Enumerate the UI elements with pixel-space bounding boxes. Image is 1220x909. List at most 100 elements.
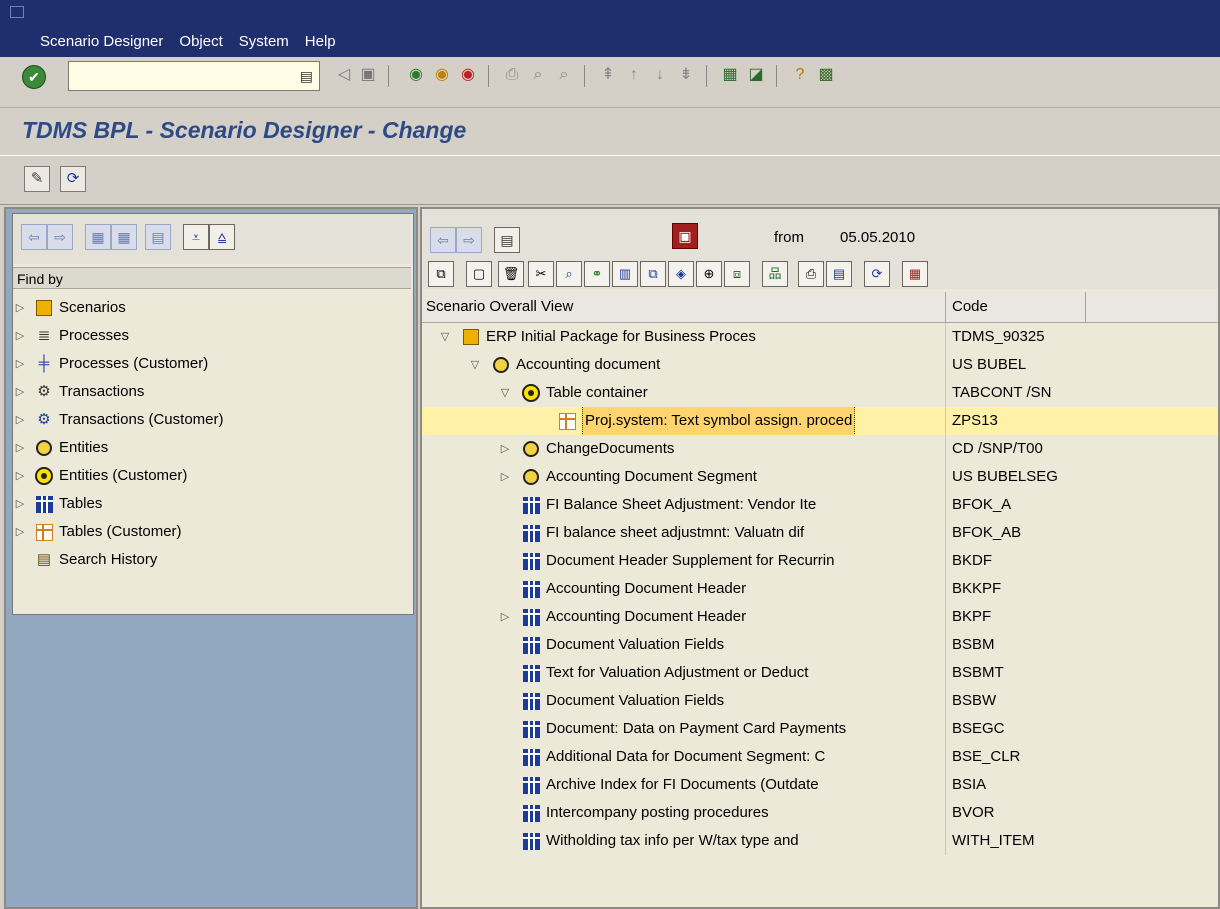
collapse-triangle-icon[interactable]: ▽	[436, 323, 454, 351]
tree-item-tables[interactable]: ▷ Tables	[13, 490, 411, 518]
system-menu-icon[interactable]	[10, 6, 24, 18]
tree-item-tables-customer[interactable]: ▷ Tables (Customer)	[13, 518, 411, 546]
hierarchy-icon[interactable]: ▤	[145, 224, 171, 250]
tree-row[interactable]: ▷ Accounting Document Segment US BUBELSEG	[422, 463, 1218, 491]
tree-row[interactable]: Witholding tax info per W/tax type and W…	[422, 827, 1218, 855]
tree-row[interactable]: Accounting Document Header BKKPF	[422, 575, 1218, 603]
menu-scenario-designer[interactable]: Scenario Designer	[40, 33, 163, 50]
tree-item-entities[interactable]: ▷ Entities	[13, 434, 411, 462]
tree-item-transactions[interactable]: ▷ ⚙ Transactions	[13, 378, 411, 406]
tree-item-processes[interactable]: ▷ ≣ Processes	[13, 322, 411, 350]
expand-all-icon[interactable]: ⩡	[183, 224, 209, 250]
collapse-triangle-icon[interactable]: ▽	[466, 351, 484, 379]
previous-page-icon[interactable]: ↑	[622, 63, 646, 87]
entity-add-icon[interactable]: ⊕	[696, 261, 722, 287]
calendar-icon[interactable]: ▣	[672, 223, 698, 249]
menu-object[interactable]: Object	[179, 33, 222, 50]
collapse-triangle-icon[interactable]: ▽	[496, 379, 514, 407]
back-arrow-icon[interactable]: ⇦	[430, 227, 456, 253]
back-arrow-icon[interactable]: ⇦	[21, 224, 47, 250]
copy-node-icon[interactable]: ⧉	[428, 261, 454, 287]
tree-row[interactable]: Archive Index for FI Documents (Outdate …	[422, 771, 1218, 799]
refresh-icon[interactable]: ⟳	[864, 261, 890, 287]
tree-row[interactable]: Document Valuation Fields BSBM	[422, 631, 1218, 659]
forward-arrow-icon[interactable]: ⇨	[456, 227, 482, 253]
layout-menu-icon[interactable]: ▩	[814, 63, 838, 87]
back-icon[interactable]: ◉	[404, 63, 428, 87]
expand-triangle-icon[interactable]: ▷	[13, 462, 27, 490]
tree-row[interactable]: ▽ Accounting document US BUBEL	[422, 351, 1218, 379]
column-header-view[interactable]: Scenario Overall View	[422, 292, 946, 322]
refresh-icon[interactable]: ⟳	[60, 166, 86, 192]
expand-triangle-icon[interactable]: ▷	[496, 435, 514, 463]
grid-select-icon[interactable]: ▦	[111, 224, 137, 250]
collapse-all-icon[interactable]: ⩠	[209, 224, 235, 250]
expand-triangle-icon[interactable]: ▷	[13, 378, 27, 406]
back-arrow-icon[interactable]: ◁	[332, 63, 356, 87]
export-grid-icon[interactable]: ▦	[902, 261, 928, 287]
expand-triangle-icon[interactable]: ▷	[496, 463, 514, 491]
tree-row[interactable]: Document: Data on Payment Card Payments …	[422, 715, 1218, 743]
expand-triangle-icon[interactable]: ▷	[13, 322, 27, 350]
new-session-icon[interactable]: ▦	[718, 63, 742, 87]
tree-row[interactable]: Text for Valuation Adjustment or Deduct …	[422, 659, 1218, 687]
command-history-icon[interactable]: ▤	[300, 68, 313, 85]
shortcut-icon[interactable]: ◪	[744, 63, 768, 87]
tree-item-search-history[interactable]: ▤ Search History	[13, 546, 411, 574]
forward-arrow-icon[interactable]: ⇨	[47, 224, 73, 250]
enter-checkmark-icon[interactable]: ✔	[22, 65, 46, 89]
help-icon[interactable]: ?	[788, 63, 812, 87]
expand-triangle-icon[interactable]: ▷	[13, 434, 27, 462]
menu-help[interactable]: Help	[305, 33, 336, 50]
display-change-icon[interactable]: ✎	[24, 166, 50, 192]
next-page-icon[interactable]: ↓	[648, 63, 672, 87]
command-field[interactable]: ▤	[68, 61, 320, 91]
tree-row[interactable]: Document Header Supplement for Recurrin …	[422, 547, 1218, 575]
expand-triangle-icon[interactable]: ▷	[13, 490, 27, 518]
first-page-icon[interactable]: ⇞	[596, 63, 620, 87]
menu-system[interactable]: System	[239, 33, 289, 50]
expand-triangle-icon[interactable]: ▷	[13, 406, 27, 434]
tree-row[interactable]: ▽ ERP Initial Package for Business Proces…	[422, 323, 1218, 351]
tree-row[interactable]: Additional Data for Document Segment: C …	[422, 743, 1218, 771]
find-next-icon[interactable]: ⌕	[552, 63, 576, 87]
tree-row[interactable]: FI Balance Sheet Adjustment: Vendor Ite …	[422, 491, 1218, 519]
print-icon[interactable]: ⎙	[798, 261, 824, 287]
tree-item-processes-customer[interactable]: ▷ ╪ Processes (Customer)	[13, 350, 411, 378]
expand-triangle-icon[interactable]: ▷	[496, 603, 514, 631]
copy-icon[interactable]: ⧉	[640, 261, 666, 287]
find-icon[interactable]: ⌕	[526, 63, 550, 87]
tree-item-scenarios[interactable]: ▷ Scenarios	[13, 294, 411, 322]
hierarchy-icon[interactable]: 品	[762, 261, 788, 287]
expand-triangle-icon[interactable]: ▷	[13, 294, 27, 322]
tree-row[interactable]: Intercompany posting procedures BVOR	[422, 799, 1218, 827]
tree-row[interactable]: ▷ ChangeDocuments CD /SNP/T00	[422, 435, 1218, 463]
relations-icon[interactable]: ⚭	[584, 261, 610, 287]
search-icon[interactable]: ⌕	[556, 261, 582, 287]
expand-triangle-icon[interactable]: ▷	[13, 518, 27, 546]
structure-icon[interactable]: ⧈	[724, 261, 750, 287]
exit-icon[interactable]: ◉	[430, 63, 454, 87]
tree-row[interactable]: FI balance sheet adjustmnt: Valuatn dif …	[422, 519, 1218, 547]
delete-icon[interactable]: 🗑	[498, 261, 524, 287]
last-page-icon[interactable]: ⇟	[674, 63, 698, 87]
column-header-code[interactable]: Code	[946, 292, 1086, 322]
tree-item-transactions-customer[interactable]: ▷ ⚙ Transactions (Customer)	[13, 406, 411, 434]
container-icon[interactable]: ◈	[668, 261, 694, 287]
tree-item-label: Transactions	[59, 383, 145, 400]
tree-row[interactable]: Document Valuation Fields BSBW	[422, 687, 1218, 715]
expand-triangle-icon[interactable]: ▷	[13, 350, 27, 378]
tree-item-entities-customer[interactable]: ▷ Entities (Customer)	[13, 462, 411, 490]
details-list-icon[interactable]: ▤	[494, 227, 520, 253]
cut-icon[interactable]: ✂	[528, 261, 554, 287]
tree-row[interactable]: ▽ Table container TABCONT /SN	[422, 379, 1218, 407]
grid-icon[interactable]: ▦	[85, 224, 111, 250]
tree-row[interactable]: ▷ Accounting Document Header BKPF	[422, 603, 1218, 631]
new-document-icon[interactable]: ▢	[466, 261, 492, 287]
tree-row-selected[interactable]: Proj.system: Text symbol assign. proced …	[422, 407, 1218, 435]
table-view-icon[interactable]: ▥	[612, 261, 638, 287]
print-icon[interactable]: ⎙	[500, 63, 524, 87]
cancel-icon[interactable]: ◉	[456, 63, 480, 87]
save-icon[interactable]: ▣	[356, 63, 380, 87]
notes-icon[interactable]: ▤	[826, 261, 852, 287]
